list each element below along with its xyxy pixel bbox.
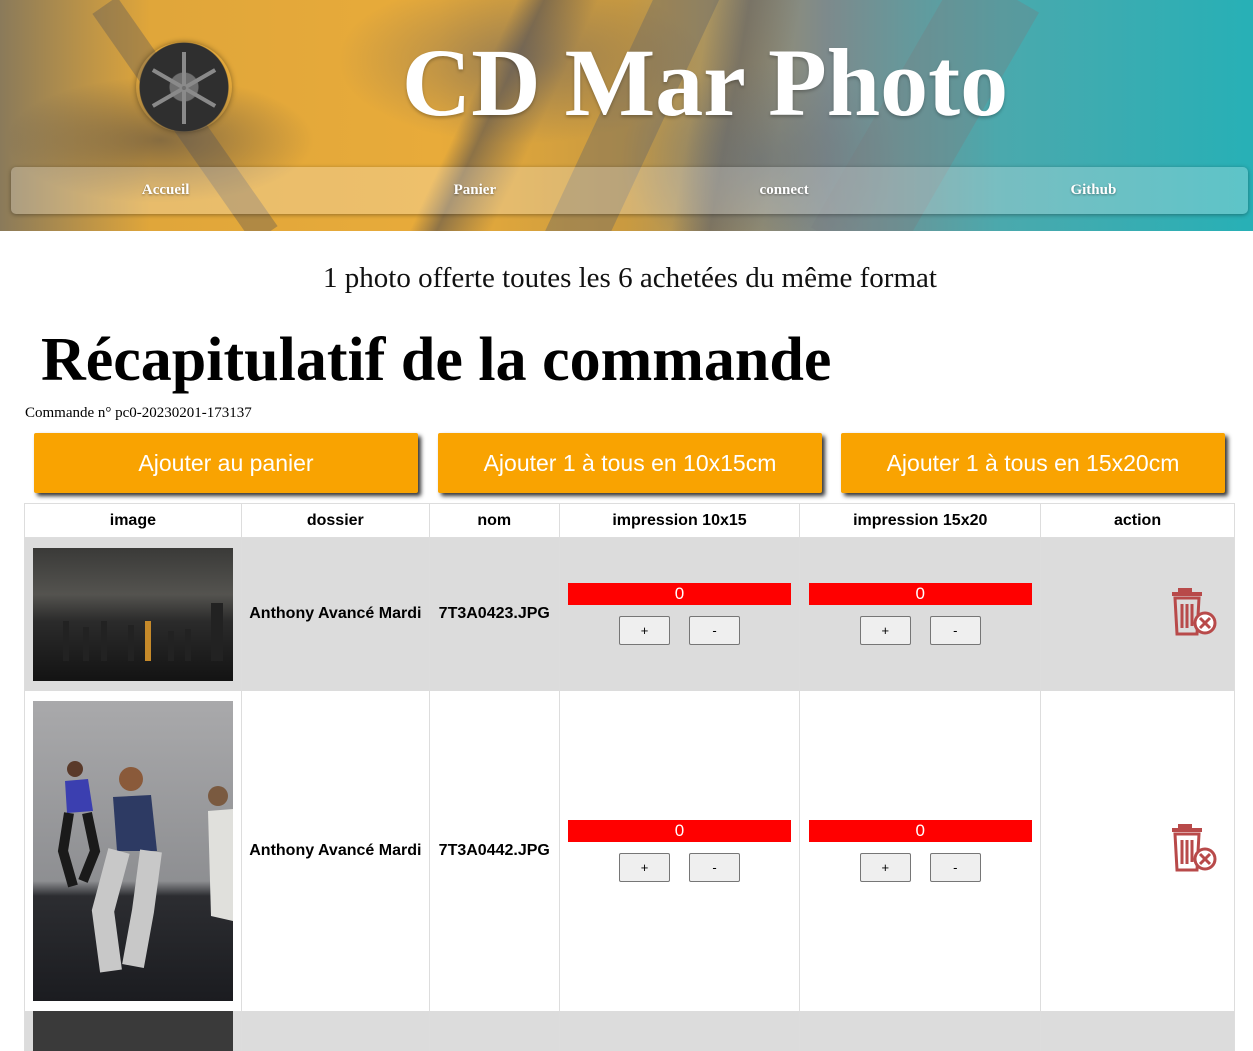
promo-text: 1 photo offerte toutes les 6 achetées du… [323,262,937,294]
table-row: Anthony Avancé Mardi 7T3A0423.JPG 0 + - … [24,537,1235,691]
qty-10x15: 0 [568,583,791,606]
nav-connect[interactable]: connect [630,167,939,214]
decrement-15x20-button[interactable]: - [929,852,981,882]
table-row: Anthony Avancé Mardi 7T3A0442.JPG 0 + - … [24,690,1235,1011]
qty-15x20: 0 [808,583,1032,606]
decrement-10x15-button[interactable]: - [689,616,740,646]
page-title: Récapitulatif de la commande [41,326,832,394]
increment-10x15-button[interactable]: + [619,852,670,882]
increment-10x15-button[interactable]: + [619,616,670,646]
col-header-10x15: impression 10x15 [558,503,801,538]
main-navbar: Accueil Panier connect Github [11,167,1248,214]
decrement-10x15-button[interactable]: - [689,852,740,882]
col-header-dossier: dossier [240,503,430,538]
site-title: CD Mar Photo [401,29,1009,136]
photo-thumbnail[interactable] [32,547,233,681]
add-to-cart-button[interactable]: Ajouter au panier [34,433,418,493]
header-banner: CD Mar Photo Accueil Panier connect Gith… [0,0,1253,231]
nav-panier[interactable]: Panier [320,167,629,214]
order-number: Commande n° pc0-20230201-173137 [25,405,252,421]
file-name: 7T3A0423.JPG [428,537,560,691]
qty-15x20: 0 [808,819,1032,842]
col-header-15x20: impression 15x20 [799,503,1042,538]
order-table: image dossier nom impression 10x15 impre… [24,503,1235,1051]
increment-15x20-button[interactable]: + [859,616,911,646]
folder-name: Anthony Avancé Mardi [240,537,430,691]
file-name: 7T3A0442.JPG [428,690,560,1011]
photo-thumbnail[interactable] [32,700,233,1001]
folder-name: Anthony Avancé Mardi [240,690,430,1011]
col-header-nom: nom [428,503,560,538]
col-header-image: image [24,503,242,538]
delete-trash-icon[interactable] [1170,586,1218,643]
delete-trash-icon[interactable] [1170,822,1218,879]
add-all-15x20-button[interactable]: Ajouter 1 à tous en 15x20cm [841,433,1225,493]
nav-accueil[interactable]: Accueil [11,167,320,214]
decrement-15x20-button[interactable]: - [929,616,981,646]
qty-10x15: 0 [568,819,791,842]
nav-github[interactable]: Github [939,167,1248,214]
increment-15x20-button[interactable]: + [859,852,911,882]
add-all-10x15-button[interactable]: Ajouter 1 à tous en 10x15cm [438,433,822,493]
col-header-action: action [1040,503,1235,538]
